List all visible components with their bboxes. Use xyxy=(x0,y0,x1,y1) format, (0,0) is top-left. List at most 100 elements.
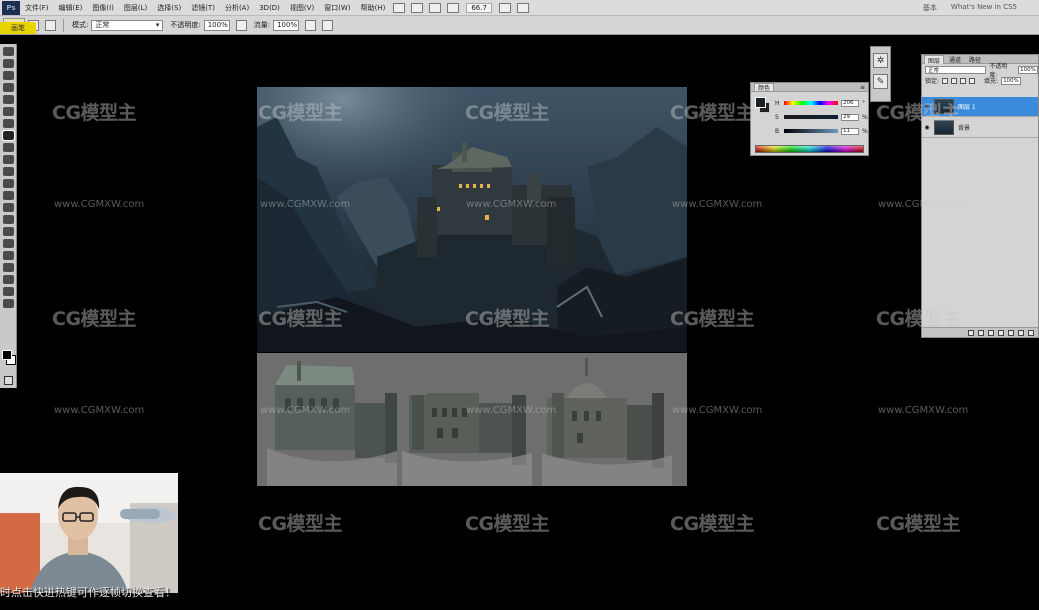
healing-brush-tool-icon[interactable] xyxy=(2,119,14,128)
pen-tool-icon[interactable] xyxy=(2,215,14,224)
airbrush-icon[interactable] xyxy=(305,19,317,31)
menu-help[interactable]: 帮助(H) xyxy=(356,3,391,13)
castle-painting-canvas[interactable] xyxy=(257,87,687,352)
brush-presets-icon[interactable]: ✲ xyxy=(873,53,888,68)
brush-tool-icon[interactable] xyxy=(1,130,15,141)
saturation-slider[interactable] xyxy=(784,115,838,119)
chevron-down-icon: ▾ xyxy=(155,21,160,29)
type-tool-icon[interactable] xyxy=(2,227,14,236)
panel-menu-icon[interactable]: ≡ xyxy=(860,84,868,91)
lock-row: 锁定: 填充: 100% xyxy=(922,75,1038,86)
visibility-eye-icon[interactable]: ◉ xyxy=(922,103,932,110)
brightness-slider[interactable] xyxy=(784,129,838,133)
history-brush-tool-icon[interactable] xyxy=(2,155,14,164)
fill-label: 填充: xyxy=(984,78,999,85)
foreground-color-swatch[interactable] xyxy=(2,350,12,360)
lock-all-icon[interactable] xyxy=(969,77,976,84)
castle-sketches-canvas[interactable] xyxy=(257,353,687,486)
layer-name: 图层 1 xyxy=(958,104,976,111)
gradient-tool-icon[interactable] xyxy=(2,179,14,188)
lock-position-icon[interactable] xyxy=(960,77,967,84)
layer-row-layer1[interactable]: ◉ 图层 1 xyxy=(922,97,1038,117)
tab-channels[interactable]: 通道 xyxy=(946,55,964,64)
lock-transparency-icon[interactable] xyxy=(942,77,949,84)
adjustment-layer-icon[interactable] xyxy=(998,329,1004,336)
dodge-tool-icon[interactable] xyxy=(2,203,14,212)
blur-tool-icon[interactable] xyxy=(2,191,14,200)
shape-tool-icon[interactable] xyxy=(2,251,14,260)
hand-tool-icon[interactable] xyxy=(2,287,14,296)
layers-panel-tabs: 图层 通道 路径 xyxy=(922,55,1038,65)
mode-select[interactable]: 正常 ▾ xyxy=(91,19,164,31)
menu-window[interactable]: 窗口(W) xyxy=(319,3,355,13)
marquee-tool-icon[interactable] xyxy=(2,59,14,68)
menu-analysis[interactable]: 分析(A) xyxy=(220,3,254,13)
clone-source-icon[interactable]: ✎ xyxy=(873,74,888,89)
mode-label: 模式: xyxy=(72,21,89,29)
move-tool-icon[interactable] xyxy=(2,47,14,56)
tab-color[interactable]: 颜色 xyxy=(754,83,775,92)
path-select-tool-icon[interactable] xyxy=(2,239,14,248)
eyedropper-tool-icon[interactable] xyxy=(2,107,14,116)
delete-layer-icon[interactable] xyxy=(1028,329,1034,336)
watermark-logo: CG模型主 xyxy=(465,513,550,535)
menu-select[interactable]: 选择(S) xyxy=(152,3,186,13)
fill-field[interactable]: 100% xyxy=(1001,76,1022,85)
bridge-icon[interactable] xyxy=(393,2,406,13)
opacity-field[interactable]: 100% xyxy=(203,19,230,31)
pressure-opacity-icon[interactable] xyxy=(235,19,247,31)
new-layer-icon[interactable] xyxy=(1018,329,1024,336)
blend-mode-value: 正常 xyxy=(928,67,940,74)
watermark-logo: CG模型主 xyxy=(258,513,343,535)
subtitle-text: 时点击快进热键可作逐帧切换查看！ xyxy=(0,586,176,599)
quick-select-tool-icon[interactable] xyxy=(2,83,14,92)
layer-row-background[interactable]: ◉ 背景 xyxy=(922,118,1038,138)
tab-paths[interactable]: 路径 xyxy=(966,55,984,64)
3d-orbit-tool-icon[interactable] xyxy=(2,275,14,284)
menu-view[interactable]: 视图(V) xyxy=(285,3,319,13)
hand-tool-icon[interactable] xyxy=(429,2,442,13)
3d-rotate-tool-icon[interactable] xyxy=(2,263,14,272)
screen-mode-icon[interactable] xyxy=(516,2,529,13)
lock-pixels-icon[interactable] xyxy=(951,77,958,84)
menu-edit[interactable]: 编辑(E) xyxy=(54,3,88,13)
menu-3d[interactable]: 3D(D) xyxy=(254,4,285,12)
minibridge-icon[interactable] xyxy=(411,2,424,13)
link-layers-icon[interactable] xyxy=(968,329,974,336)
watermark-logo: CG模型主 xyxy=(52,308,137,330)
zoom-level[interactable]: 66.7 xyxy=(466,2,492,13)
visibility-eye-icon[interactable]: ◉ xyxy=(922,124,932,131)
menu-file[interactable]: 文件(F) xyxy=(20,3,54,13)
brush-panel-toggle-icon[interactable] xyxy=(45,19,56,31)
flow-field[interactable]: 100% xyxy=(273,19,300,31)
zoom-tool-icon[interactable] xyxy=(2,299,14,308)
pressure-size-icon[interactable] xyxy=(322,19,334,31)
layer-opacity-field[interactable]: 100% xyxy=(1018,65,1038,74)
eraser-tool-icon[interactable] xyxy=(2,167,14,176)
photoshop-logo-icon[interactable]: Ps xyxy=(2,0,20,15)
tab-layers[interactable]: 图层 xyxy=(924,55,945,65)
crop-tool-icon[interactable] xyxy=(2,95,14,104)
clone-stamp-tool-icon[interactable] xyxy=(2,143,14,152)
workspace-whats-new[interactable]: What's New in CS5 xyxy=(951,3,1017,13)
panel-icon-strip: ✲ ✎ xyxy=(870,46,891,102)
quick-mask-icon[interactable] xyxy=(4,376,13,385)
brightness-value-field[interactable]: 11 xyxy=(841,127,859,135)
hue-value-field[interactable]: 206 xyxy=(841,99,859,107)
lasso-tool-icon[interactable] xyxy=(2,71,14,80)
zoom-tool-icon[interactable] xyxy=(447,2,460,13)
menu-layer[interactable]: 图层(L) xyxy=(119,3,152,13)
arrange-documents-icon[interactable] xyxy=(498,2,511,13)
saturation-value-field[interactable]: 29 xyxy=(841,113,859,121)
foreground-swatch[interactable] xyxy=(755,97,766,108)
add-mask-icon[interactable] xyxy=(988,329,994,336)
new-group-icon[interactable] xyxy=(1008,329,1014,336)
blend-mode-select[interactable]: 正常 xyxy=(925,65,987,74)
opacity-value: 100% xyxy=(207,21,228,29)
hue-slider[interactable] xyxy=(784,101,838,105)
workspace-essentials[interactable]: 基本 xyxy=(923,3,937,13)
color-spectrum-ramp[interactable] xyxy=(755,145,864,153)
layer-style-icon[interactable] xyxy=(978,329,984,336)
menu-image[interactable]: 图像(I) xyxy=(87,3,119,13)
menu-filter[interactable]: 滤镜(T) xyxy=(186,3,220,13)
